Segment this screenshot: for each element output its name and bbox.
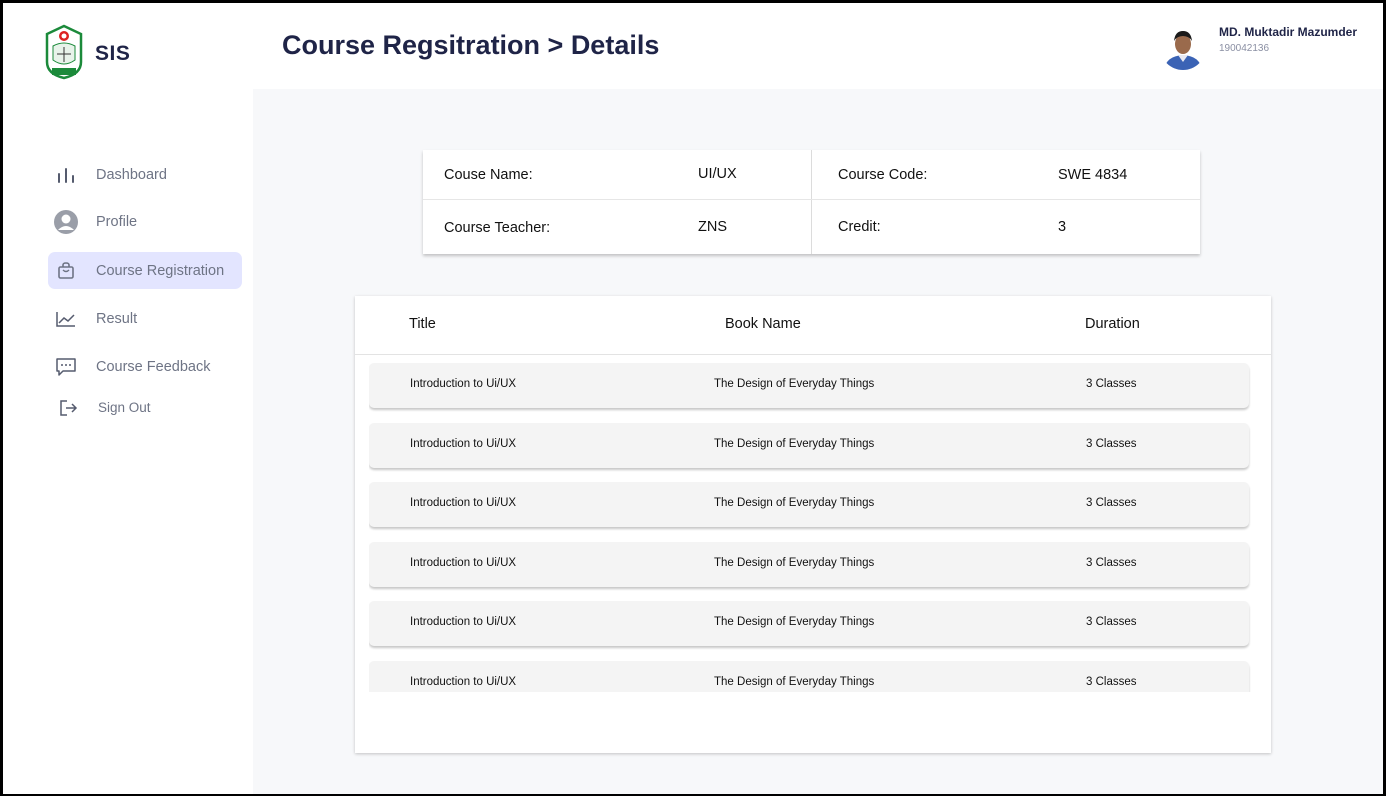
message-icon xyxy=(53,348,79,385)
cell-book-name: The Design of Everyday Things xyxy=(714,438,875,450)
cell-book-name: The Design of Everyday Things xyxy=(714,676,875,688)
sidebar-item-label: Profile xyxy=(96,214,138,230)
avatar[interactable] xyxy=(1160,24,1206,70)
table-row[interactable]: Introduction to Ui/UX The Design of Ever… xyxy=(369,423,1249,468)
sidebar-item-dashboard[interactable]: Dashboard xyxy=(48,156,242,193)
cell-title: Introduction to Ui/UX xyxy=(410,616,517,628)
course-code-value: SWE 4834 xyxy=(1058,167,1128,183)
column-header-title: Title xyxy=(409,316,436,332)
sidebar-item-label: Dashboard xyxy=(96,167,167,183)
table-row[interactable]: Introduction to Ui/UX The Design of Ever… xyxy=(369,363,1249,408)
course-materials-table: Title Book Name Duration Introduction to… xyxy=(355,296,1271,753)
cell-book-name: The Design of Everyday Things xyxy=(714,378,875,390)
cell-title: Introduction to Ui/UX xyxy=(410,557,517,569)
cell-title: Introduction to Ui/UX xyxy=(410,378,517,390)
cell-title: Introduction to Ui/UX xyxy=(410,438,517,450)
sidebar-item-sign-out[interactable]: Sign Out xyxy=(48,389,242,426)
cell-book-name: The Design of Everyday Things xyxy=(714,616,875,628)
sidebar-item-profile[interactable]: Profile xyxy=(48,203,242,240)
divider xyxy=(811,150,812,254)
sign-out-icon xyxy=(55,389,81,426)
app-brand: SIS xyxy=(95,42,131,65)
cell-title: Introduction to Ui/UX xyxy=(410,676,517,688)
table-body[interactable]: Introduction to Ui/UX The Design of Ever… xyxy=(369,363,1251,692)
sidebar-item-course-feedback[interactable]: Course Feedback xyxy=(48,348,242,385)
page-title: Course Regsitration > Details xyxy=(282,30,660,60)
sidebar-item-label: Result xyxy=(96,311,138,327)
cell-duration: 3 Classes xyxy=(1086,616,1137,628)
credit-value: 3 xyxy=(1058,219,1067,235)
table-row[interactable]: Introduction to Ui/UX The Design of Ever… xyxy=(369,601,1249,646)
sidebar-item-label: Course Registration xyxy=(96,263,225,279)
sidebar-item-label: Sign Out xyxy=(98,400,151,415)
course-code-label: Course Code: xyxy=(838,167,928,183)
cell-duration: 3 Classes xyxy=(1086,497,1137,509)
sidebar-item-result[interactable]: Result xyxy=(48,300,242,337)
line-chart-icon xyxy=(53,300,79,337)
table-row[interactable]: Introduction to Ui/UX The Design of Ever… xyxy=(369,482,1249,527)
course-teacher-value: ZNS xyxy=(698,219,727,235)
cell-book-name: The Design of Everyday Things xyxy=(714,557,875,569)
divider xyxy=(355,354,1271,355)
cell-duration: 3 Classes xyxy=(1086,557,1137,569)
cell-book-name: The Design of Everyday Things xyxy=(714,497,875,509)
course-info-card: Couse Name: UI/UX Course Code: SWE 4834 … xyxy=(423,150,1200,254)
column-header-duration: Duration xyxy=(1085,316,1140,332)
credit-label: Credit: xyxy=(838,219,881,235)
course-name-value: UI/UX xyxy=(698,166,737,182)
column-header-book-name: Book Name xyxy=(725,316,801,332)
course-teacher-label: Course Teacher: xyxy=(444,220,551,236)
cell-title: Introduction to Ui/UX xyxy=(410,497,517,509)
user-id: 190042136 xyxy=(1219,43,1270,54)
sidebar-item-label: Course Feedback xyxy=(96,359,211,375)
divider xyxy=(423,199,1200,200)
table-row[interactable]: Introduction to Ui/UX The Design of Ever… xyxy=(369,661,1249,692)
university-logo xyxy=(43,24,85,80)
sidebar-item-course-registration[interactable]: Course Registration xyxy=(48,252,242,289)
cell-duration: 3 Classes xyxy=(1086,378,1137,390)
table-row[interactable]: Introduction to Ui/UX The Design of Ever… xyxy=(369,542,1249,587)
bar-chart-icon xyxy=(53,156,79,193)
course-name-label: Couse Name: xyxy=(444,167,533,183)
user-name: MD. Muktadir Mazumder xyxy=(1219,25,1358,39)
app-window: SIS Course Regsitration > Details MD. Mu… xyxy=(3,3,1383,794)
cell-duration: 3 Classes xyxy=(1086,676,1137,688)
user-circle-icon xyxy=(53,203,79,240)
shopping-bag-icon xyxy=(53,252,79,289)
cell-duration: 3 Classes xyxy=(1086,438,1137,450)
